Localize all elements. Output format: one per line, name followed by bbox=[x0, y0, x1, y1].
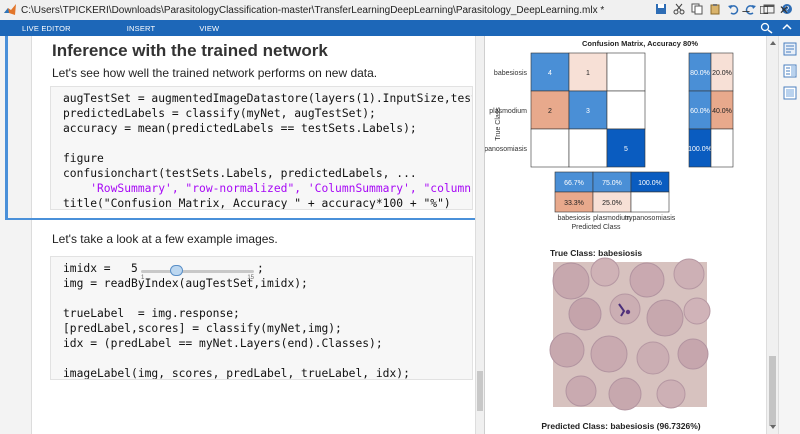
expand-ribbon-icon[interactable] bbox=[780, 22, 794, 34]
row-summary-value: 100.0% bbox=[688, 146, 712, 153]
hide-code-icon[interactable] bbox=[783, 86, 797, 100]
column-summary-value: 66.7% bbox=[564, 180, 584, 187]
code-line: predictedLabels = classify(myNet, augTes… bbox=[63, 107, 376, 120]
column-summary-cell bbox=[630, 191, 670, 213]
code-line: imidx = 5 bbox=[63, 262, 138, 275]
confusion-cell-value: 4 bbox=[548, 70, 552, 77]
code-block-example[interactable]: imidx = 5 ; img = readByIndex(augTestSet… bbox=[50, 256, 473, 380]
maximize-button[interactable]: ☐ bbox=[756, 2, 772, 18]
window-title: C:\Users\TPICKERI\Downloads\Parasitology… bbox=[21, 4, 605, 16]
slider-max-label: 15 bbox=[247, 275, 254, 281]
row-class-label: babesiosis bbox=[494, 70, 528, 77]
slider-min-label: 1 bbox=[141, 275, 145, 281]
row-class-label: plasmodium bbox=[489, 108, 527, 115]
code-line: figure bbox=[63, 152, 104, 165]
live-script-editor[interactable]: Inference with the trained network Let's… bbox=[0, 36, 484, 434]
ribbon-tab-bar: LIVE EDITOR INSERT VIEW bbox=[0, 20, 800, 36]
column-class-label: babesiosis bbox=[557, 215, 591, 222]
output-inline-icon[interactable] bbox=[783, 42, 797, 56]
ribbon-right-controls bbox=[488, 20, 800, 36]
output-scrollbar[interactable] bbox=[766, 36, 778, 434]
code-line: augTestSet = augmentedImageDatastore(lay… bbox=[63, 92, 472, 105]
row-class-label: trypanosomiasis bbox=[485, 146, 527, 153]
scroll-up-arrow-icon[interactable] bbox=[768, 38, 778, 48]
description-text-2: Let's take a look at a few example image… bbox=[52, 232, 278, 246]
close-button[interactable]: ✕ bbox=[776, 2, 792, 18]
output-view-toolbar bbox=[778, 36, 800, 434]
image-title: True Class: babesiosis bbox=[550, 248, 642, 258]
code-line: idx = (predLabel == myNet.Layers(end).Cl… bbox=[63, 337, 383, 350]
cut-icon[interactable] bbox=[673, 3, 685, 15]
save-icon[interactable] bbox=[655, 3, 667, 15]
output-right-icon[interactable] bbox=[783, 64, 797, 78]
code-line: confusionchart(testSets.Labels, predicte… bbox=[63, 167, 417, 180]
section-break-line bbox=[5, 218, 475, 220]
confusion-cell bbox=[606, 90, 646, 130]
tab-insert[interactable]: INSERT bbox=[127, 24, 156, 33]
confusion-cell bbox=[606, 52, 646, 92]
confusion-column-labels: babesiosis plasmodiumtrypanosomiasis bbox=[557, 215, 675, 222]
output-pane: Confusion Matrix, Accuracy 80% True Clas… bbox=[476, 36, 800, 434]
column-summary-value: 75.0% bbox=[602, 180, 622, 187]
confusion-cell-value: 3 bbox=[586, 108, 590, 115]
column-class-label: trypanosomiasis bbox=[625, 215, 676, 222]
code-line: accuracy = mean(predictedLabels == testS… bbox=[63, 122, 417, 135]
row-summary: 80.0% 20.0% 60.0% 40.0% 100.0% bbox=[688, 52, 734, 168]
confusion-matrix: 4 1 2 3 5 bbox=[530, 52, 646, 168]
column-summary-value: 33.3% bbox=[564, 200, 584, 207]
code-line: imageLabel(img, scores, predLabel, trueL… bbox=[63, 367, 410, 380]
code-line: [predLabel,scores] = classify(myNet,img)… bbox=[63, 322, 342, 335]
column-summary: 66.7% 75.0% 100.0% 33.3% 25.0% bbox=[554, 171, 670, 213]
tab-live-editor[interactable]: LIVE EDITOR bbox=[22, 24, 71, 33]
confusion-cell bbox=[568, 128, 608, 168]
row-summary-cell bbox=[710, 128, 734, 168]
row-summary-value: 20.0% bbox=[712, 70, 732, 77]
confusion-cell bbox=[530, 128, 570, 168]
copy-icon[interactable] bbox=[691, 3, 703, 15]
blood-smear-image bbox=[549, 257, 711, 411]
confusion-cell-value: 5 bbox=[624, 146, 628, 153]
confusion-title: Confusion Matrix, Accuracy 80% bbox=[582, 39, 698, 48]
confusion-row-labels: babesiosis plasmodium trypanosomiasis bbox=[476, 70, 528, 153]
slider-track bbox=[141, 270, 254, 273]
search-documentation-icon[interactable] bbox=[760, 22, 774, 34]
column-summary-value: 100.0% bbox=[638, 180, 662, 187]
output-scrollbar-thumb[interactable] bbox=[769, 356, 776, 426]
confusion-cell-value: 1 bbox=[586, 70, 590, 77]
row-summary-value: 40.0% bbox=[712, 108, 732, 115]
tab-view[interactable]: VIEW bbox=[199, 24, 219, 33]
image-caption: Predicted Class: babesiosis (96.7326%) bbox=[541, 421, 700, 431]
slider-terminator: ; bbox=[257, 262, 264, 275]
row-summary-value: 60.0% bbox=[690, 108, 710, 115]
paste-icon[interactable] bbox=[709, 3, 721, 15]
title-bar: C:\Users\TPICKERI\Downloads\Parasitology… bbox=[0, 0, 800, 20]
column-summary-value: 25.0% bbox=[602, 200, 622, 207]
row-summary-value: 80.0% bbox=[690, 70, 710, 77]
description-text-1: Let's see how well the trained network p… bbox=[52, 66, 378, 80]
editor-scrollbar-thumb[interactable] bbox=[477, 371, 483, 411]
section-heading: Inference with the trained network bbox=[52, 41, 328, 60]
code-line: title("Confusion Matrix, Accuracy " + ac… bbox=[63, 197, 451, 210]
confusion-xlabel: Predicted Class bbox=[571, 224, 621, 231]
code-line: trueLabel = img.response; bbox=[63, 307, 240, 320]
confusion-cell-value: 2 bbox=[548, 108, 552, 115]
matlab-logo-icon bbox=[4, 4, 16, 15]
code-block-inference[interactable]: augTestSet = augmentedImageDatastore(lay… bbox=[50, 86, 473, 210]
scroll-down-arrow-icon[interactable] bbox=[768, 422, 778, 432]
imidx-slider[interactable]: 1 15 bbox=[141, 265, 254, 281]
output-figures: Confusion Matrix, Accuracy 80% True Clas… bbox=[476, 39, 734, 431]
matlab-live-editor-window: C:\Users\TPICKERI\Downloads\Parasitology… bbox=[0, 0, 800, 434]
slider-thumb[interactable] bbox=[169, 265, 183, 276]
editor-scrollbar[interactable] bbox=[475, 36, 484, 434]
minimize-button[interactable]: – bbox=[738, 2, 754, 18]
code-line: 'RowSummary', "row-normalized", 'ColumnS… bbox=[90, 182, 473, 195]
active-section-marker bbox=[5, 36, 8, 218]
